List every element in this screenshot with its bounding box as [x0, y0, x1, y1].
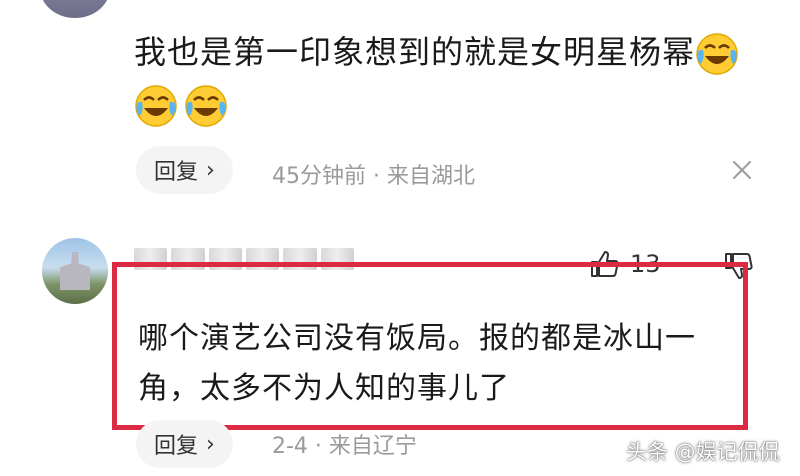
watermark: 头条 @娱记侃侃	[626, 440, 780, 464]
reply-label: 回复	[154, 434, 199, 459]
chevron-right-icon: ›	[206, 431, 215, 457]
comment-text: 我也是第一印象想到的就是女明星杨幂	[134, 28, 739, 76]
comment-line: 角，太多不为人知的事儿了	[138, 371, 510, 406]
chevron-right-icon: ›	[206, 157, 215, 183]
comment-line: 哪个演艺公司没有饭局。报的都是冰山一	[138, 321, 696, 356]
close-icon[interactable]	[728, 156, 756, 184]
reply-label: 回复	[154, 160, 199, 185]
comment-meta: 2-4 · 来自辽宁	[272, 434, 417, 459]
crying-laughing-emoji-icon	[185, 85, 227, 127]
avatar[interactable]	[40, 0, 110, 18]
comment-meta: 45分钟前 · 来自湖北	[272, 164, 475, 189]
crying-laughing-emoji-icon	[135, 85, 177, 127]
comment-body: 我也是第一印象想到的就是女明星杨幂	[134, 33, 696, 71]
reply-button[interactable]: 回复 ›	[136, 420, 233, 468]
crying-laughing-emoji-icon	[696, 33, 738, 75]
comment-feed: 我也是第一印象想到的就是女明星杨幂 回复 › 45分钟前 · 来自湖北 13 哪…	[0, 0, 800, 476]
castle-picture	[60, 252, 90, 290]
avatar[interactable]	[42, 238, 108, 304]
comment-body: 哪个演艺公司没有饭局。报的都是冰山一 角，太多不为人知的事儿了	[138, 314, 738, 414]
reply-button[interactable]: 回复 ›	[136, 146, 233, 194]
emoji-row	[134, 84, 228, 128]
